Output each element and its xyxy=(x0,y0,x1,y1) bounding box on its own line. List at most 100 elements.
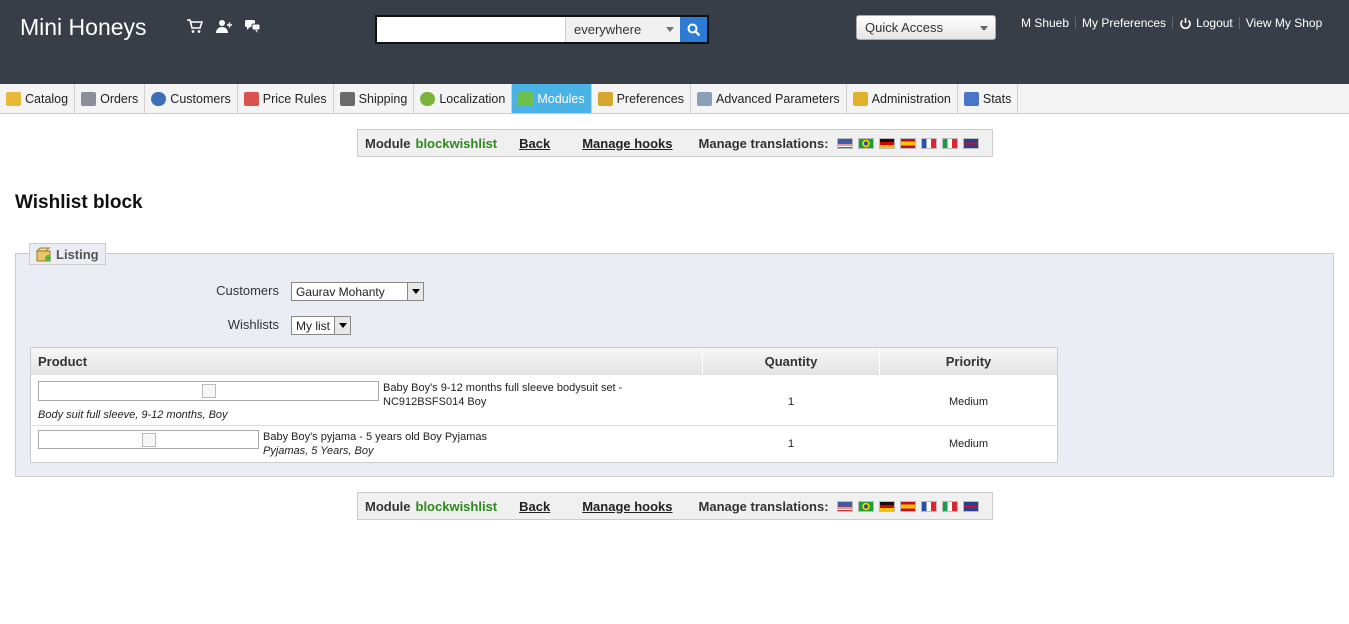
tab-label: Preferences xyxy=(616,91,684,106)
price-rules-icon xyxy=(243,91,259,106)
tab-advanced-parameters[interactable]: Advanced Parameters xyxy=(691,84,847,113)
cart-icon[interactable] xyxy=(186,18,203,35)
module-label: Module xyxy=(365,498,411,514)
us-flag-icon[interactable] xyxy=(836,500,853,512)
module-toolbar-bottom: Module blockwishlist Back Manage hooks M… xyxy=(357,492,993,520)
gb-flag-icon[interactable] xyxy=(962,137,979,149)
tab-label: Shipping xyxy=(358,91,408,106)
back-link[interactable]: Back xyxy=(519,499,550,514)
divider xyxy=(1075,17,1077,29)
manage-translations-label: Manage translations: xyxy=(698,498,829,514)
fr-flag-icon[interactable] xyxy=(920,500,937,512)
legend-label: Listing xyxy=(56,246,99,262)
manage-hooks-link[interactable]: Manage hooks xyxy=(582,136,672,151)
fr-flag-icon[interactable] xyxy=(920,137,937,149)
tab-price-rules[interactable]: Price Rules xyxy=(238,84,334,113)
us-flag-icon[interactable] xyxy=(836,137,853,149)
manage-translations-label: Manage translations: xyxy=(698,135,829,151)
product-name: Baby Boy's pyjama - 5 years old Boy Pyja… xyxy=(263,431,488,443)
product-priority: Medium xyxy=(948,438,989,450)
manage-hooks-link[interactable]: Manage hooks xyxy=(582,499,672,514)
search-button[interactable] xyxy=(680,17,707,42)
puzzle-icon xyxy=(518,91,534,106)
es-flag-icon[interactable] xyxy=(899,500,916,512)
tab-label: Stats xyxy=(982,91,1012,106)
quick-access-select[interactable]: Quick Access xyxy=(856,15,996,40)
wishlist-products-table: Product Quantity Priority Baby Boy's 9-1… xyxy=(30,347,1058,463)
wishlists-label: Wishlists xyxy=(227,317,279,332)
module-name: blockwishlist xyxy=(415,498,498,514)
product-image xyxy=(38,381,379,401)
tab-shipping[interactable]: Shipping xyxy=(334,84,415,113)
customer-icon[interactable] xyxy=(215,18,232,35)
it-flag-icon[interactable] xyxy=(941,137,958,149)
search-icon xyxy=(687,23,700,36)
truck-icon xyxy=(339,91,355,106)
my-preferences-link[interactable]: My Preferences xyxy=(1077,16,1171,30)
chevron-down-icon xyxy=(334,317,350,334)
search-input[interactable] xyxy=(377,17,566,42)
divider xyxy=(1172,17,1174,29)
header-bar: Mini Honeys everywhere Quick Access M Sh… xyxy=(0,0,1349,84)
listing-legend: Listing xyxy=(29,243,106,265)
tab-localization[interactable]: Localization xyxy=(414,84,513,113)
gb-flag-icon[interactable] xyxy=(962,500,979,512)
product-attributes: Body suit full sleeve, 9-12 months, Boy xyxy=(38,409,228,421)
logout-label: Logout xyxy=(1196,16,1233,30)
wishlists-select[interactable]: My list xyxy=(291,316,351,335)
tab-orders[interactable]: Orders xyxy=(75,84,146,113)
row-divider xyxy=(31,425,1057,426)
chevron-down-icon xyxy=(666,27,674,32)
tab-label: Advanced Parameters xyxy=(715,91,840,106)
search-form: everywhere xyxy=(375,15,709,44)
globe-icon xyxy=(420,91,436,106)
chevron-down-icon xyxy=(407,283,423,300)
broken-image-icon xyxy=(202,384,216,398)
tab-label: Modules xyxy=(537,91,585,106)
tab-label: Catalog xyxy=(25,91,69,106)
tab-preferences[interactable]: Preferences xyxy=(592,84,691,113)
view-my-shop-link[interactable]: View My Shop xyxy=(1241,16,1327,30)
folder-icon xyxy=(6,91,21,106)
logout-link[interactable]: Logout xyxy=(1174,16,1238,30)
shop-name[interactable]: Mini Honeys xyxy=(20,14,147,41)
product-quantity: 1 xyxy=(787,438,795,450)
tab-catalog[interactable]: Catalog xyxy=(0,84,76,113)
module-name: blockwishlist xyxy=(415,135,498,151)
wishlists-select-value: My list xyxy=(296,319,330,333)
employee-name-link[interactable]: M Shueb xyxy=(1016,16,1074,30)
column-header-quantity: Quantity xyxy=(703,348,879,375)
tab-modules[interactable]: Modules xyxy=(512,84,592,113)
quick-access-label: Quick Access xyxy=(865,20,944,35)
es-flag-icon[interactable] xyxy=(899,137,916,149)
divider xyxy=(1238,17,1240,29)
tab-label: Orders xyxy=(100,91,139,106)
product-name: Baby Boy's 9-12 months full sleeve bodys… xyxy=(383,381,683,409)
product-name-line: Baby Boy's 9-12 months full sleeve bodys… xyxy=(383,382,623,394)
search-scope-value: everywhere xyxy=(574,22,642,37)
broken-image-icon xyxy=(142,433,156,447)
tab-administration[interactable]: Administration xyxy=(847,84,958,113)
bar-chart-icon xyxy=(963,91,979,106)
key-icon xyxy=(852,91,868,106)
tab-label: Customers xyxy=(170,91,231,106)
product-quantity: 1 xyxy=(787,396,795,408)
br-flag-icon[interactable] xyxy=(857,137,874,149)
cart-icon xyxy=(81,91,97,106)
de-flag-icon[interactable] xyxy=(878,500,895,512)
customers-select-value: Gaurav Mohanty xyxy=(296,285,385,299)
header-shortcuts xyxy=(186,18,261,35)
product-attributes: Pyjamas, 5 Years, Boy xyxy=(263,445,374,457)
tab-label: Price Rules xyxy=(262,91,327,106)
search-scope-select[interactable]: everywhere xyxy=(566,17,680,42)
tab-label: Localization xyxy=(439,91,506,106)
tab-stats[interactable]: Stats xyxy=(958,84,1019,113)
customers-select[interactable]: Gaurav Mohanty xyxy=(291,282,424,301)
de-flag-icon[interactable] xyxy=(878,137,895,149)
br-flag-icon[interactable] xyxy=(857,500,874,512)
messages-icon[interactable] xyxy=(244,18,261,35)
it-flag-icon[interactable] xyxy=(941,500,958,512)
column-header-product: Product xyxy=(31,348,702,375)
tab-customers[interactable]: Customers xyxy=(145,84,238,113)
back-link[interactable]: Back xyxy=(519,136,550,151)
